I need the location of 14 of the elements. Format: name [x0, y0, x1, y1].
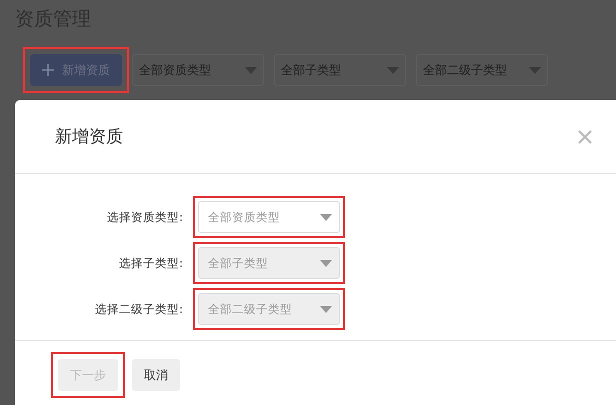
close-icon[interactable]: [578, 130, 592, 144]
field-label: 选择二级子类型:: [94, 302, 183, 316]
caret-icon: [387, 66, 399, 74]
caret-icon: [245, 66, 257, 74]
plus-icon: [42, 64, 54, 76]
dialog-title: 新增资质: [55, 126, 123, 148]
caret-icon: [529, 66, 541, 74]
caret-icon: [320, 214, 332, 220]
cancel-button[interactable]: 取消: [132, 359, 180, 391]
field-label: 选择资质类型:: [106, 210, 183, 224]
type-dropdown[interactable]: 全部资质类型: [198, 201, 340, 233]
caret-icon: [320, 306, 332, 312]
field-label: 选择子类型:: [118, 256, 183, 270]
caret-icon: [320, 260, 332, 266]
